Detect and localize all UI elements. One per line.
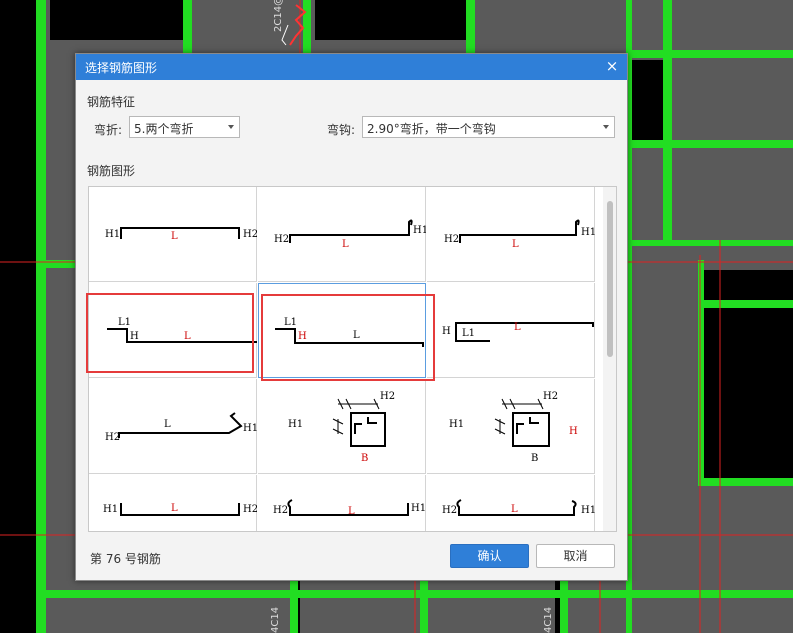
hook-select[interactable]: 2.90°弯折，带一个弯钩 xyxy=(362,116,615,138)
label-h2: H2 xyxy=(442,505,457,516)
label-h: H xyxy=(442,326,451,337)
label-h1: H1 xyxy=(581,227,595,238)
hook-label: 弯钩: xyxy=(327,123,356,137)
label-h1: H1 xyxy=(105,229,120,240)
label-h1: H1 xyxy=(449,419,464,430)
grid-scrollbar[interactable] xyxy=(603,187,616,531)
label-h1: H1 xyxy=(413,225,426,236)
shape-cell-3[interactable]: H2 L H1 xyxy=(427,187,595,282)
shape-cell-1[interactable]: H1 L H2 xyxy=(89,187,257,282)
shape-cell-8[interactable]: H1 H2 B xyxy=(258,379,426,474)
shape-cell-11[interactable]: H2 L H1 xyxy=(258,475,426,531)
shape-cell-7[interactable]: L H2 H1 xyxy=(89,379,257,474)
label-l1: L1 xyxy=(462,328,475,339)
label-h2: H2 xyxy=(105,432,120,443)
cancel-button[interactable]: 取消 xyxy=(536,544,615,568)
label-h2: H2 xyxy=(444,234,459,245)
label-h2: H2 xyxy=(274,234,289,245)
dialog-titlebar[interactable]: 选择钢筋图形 × xyxy=(76,54,627,80)
rebar-label-bottom-left: 4C14 xyxy=(270,606,281,633)
label-h2: H2 xyxy=(543,391,558,402)
bend-select-value: 5.两个弯折 xyxy=(134,122,194,136)
label-l: L xyxy=(342,239,349,250)
shape-cell-10[interactable]: H1 L H2 xyxy=(89,475,257,531)
label-h1: H1 xyxy=(243,423,257,434)
bend-select[interactable]: 5.两个弯折 xyxy=(129,116,240,138)
rebar-label-bottom-right: 4C14 xyxy=(543,606,554,633)
rebar-number-status: 第 76 号钢筋 xyxy=(90,552,161,566)
bend-label: 弯折: xyxy=(94,123,123,137)
shape-cell-12[interactable]: H2 L H1 xyxy=(427,475,595,531)
label-h2: H2 xyxy=(380,391,395,402)
dialog-title: 选择钢筋图形 xyxy=(85,61,158,75)
highlight-box-right xyxy=(261,294,435,381)
chevron-down-icon xyxy=(228,125,234,129)
label-h2: H2 xyxy=(273,505,288,516)
confirm-button[interactable]: 确认 xyxy=(450,544,529,568)
label-l: L xyxy=(164,419,171,430)
shape-cell-9[interactable]: H1 H2 H B xyxy=(427,379,595,474)
shape-cell-6[interactable]: H L1 L xyxy=(427,283,595,378)
label-l: L xyxy=(348,506,355,517)
label-l: L xyxy=(511,504,518,515)
section-feature-heading: 钢筋特征 xyxy=(87,95,136,109)
label-h2: H2 xyxy=(243,504,257,515)
section-shape-heading: 钢筋图形 xyxy=(87,164,136,178)
label-l: L xyxy=(171,503,178,514)
shape-cell-2[interactable]: H2 L H1 xyxy=(258,187,426,282)
label-h: H xyxy=(569,426,578,437)
label-h1: H1 xyxy=(411,503,426,514)
rebar-label-top: 2C14@ xyxy=(273,0,284,32)
label-h1: H1 xyxy=(288,419,303,430)
hook-select-value: 2.90°弯折，带一个弯钩 xyxy=(367,122,496,136)
label-l: L xyxy=(512,239,519,250)
label-l: L xyxy=(514,322,521,333)
highlight-box-left xyxy=(86,293,254,373)
label-b: B xyxy=(531,453,538,464)
chevron-down-icon xyxy=(603,125,609,129)
label-h1: H1 xyxy=(103,504,118,515)
label-h2: H2 xyxy=(243,229,257,240)
scrollbar-thumb[interactable] xyxy=(607,201,613,357)
label-h1: H1 xyxy=(581,505,595,516)
label-b: B xyxy=(361,453,368,464)
close-icon[interactable]: × xyxy=(603,57,621,75)
label-l: L xyxy=(171,231,178,242)
